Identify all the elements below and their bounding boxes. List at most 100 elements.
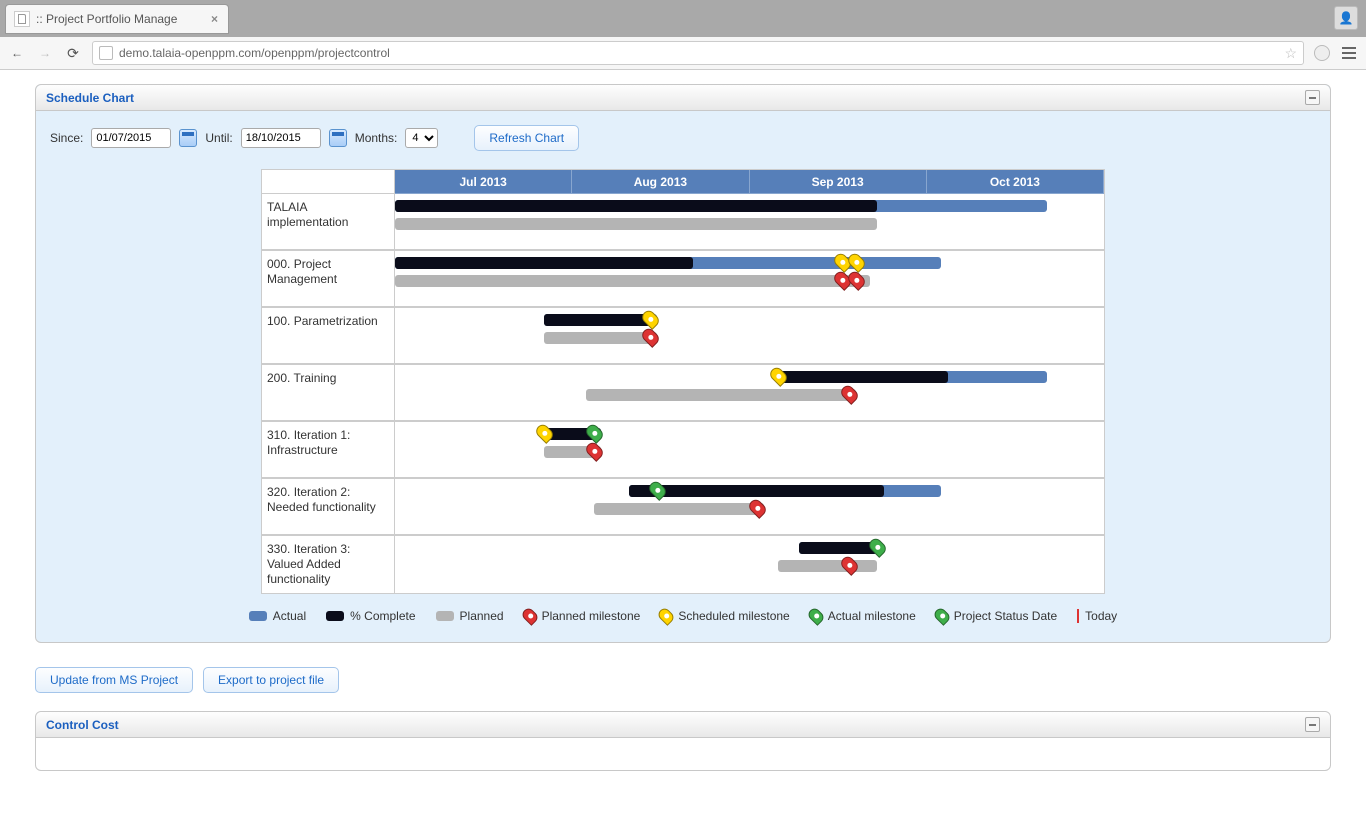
- month-header: Jul 2013: [395, 170, 572, 194]
- milestone-actual-icon: [647, 479, 669, 501]
- profile-icon[interactable]: 👤: [1334, 6, 1358, 30]
- legend-label: Actual milestone: [828, 609, 916, 623]
- page-favicon: [14, 11, 30, 27]
- month-header: Sep 2013: [750, 170, 927, 194]
- gantt-row: TALAIA implementation: [262, 194, 1104, 249]
- bar-planned: [778, 560, 877, 572]
- forward-button[interactable]: →: [36, 44, 54, 62]
- task-name: 100. Parametrization: [262, 308, 395, 363]
- tab-title: :: Project Portfolio Manage: [36, 12, 209, 26]
- milestone-planned-icon: [838, 383, 860, 405]
- bar-complete: [544, 314, 650, 326]
- milestone-scheduled-icon: [640, 308, 662, 330]
- legend-status-date-icon: [932, 606, 952, 626]
- gantt-row: 330. Iteration 3: Valued Added functiona…: [262, 534, 1104, 593]
- back-button[interactable]: ←: [8, 44, 26, 62]
- gantt-track: [395, 365, 1104, 420]
- legend-actual-swatch: [249, 611, 267, 621]
- bar-complete: [629, 485, 884, 497]
- export-project-file-button[interactable]: Export to project file: [203, 667, 339, 693]
- panel-title: Control Cost: [46, 718, 119, 732]
- browser-toolbar: ← → ⟳ demo.talaia-openppm.com/openppm/pr…: [0, 37, 1366, 70]
- milestone-scheduled-icon: [533, 422, 555, 444]
- task-name: 320. Iteration 2: Needed functionality: [262, 479, 395, 534]
- task-name: 000. Project Management: [262, 251, 395, 306]
- gantt-row: 200. Training: [262, 363, 1104, 420]
- page-icon: [99, 46, 113, 60]
- menu-icon[interactable]: [1340, 45, 1358, 61]
- until-label: Until:: [205, 131, 232, 145]
- until-input[interactable]: [241, 128, 321, 148]
- milestone-scheduled-icon: [845, 251, 867, 273]
- milestone-planned-icon: [746, 497, 768, 519]
- milestone-planned-icon: [838, 554, 860, 576]
- since-label: Since:: [50, 131, 83, 145]
- address-bar[interactable]: demo.talaia-openppm.com/openppm/projectc…: [92, 41, 1304, 65]
- months-select[interactable]: 4: [405, 128, 438, 148]
- gantt-track: [395, 194, 1104, 249]
- refresh-chart-button[interactable]: Refresh Chart: [474, 125, 579, 151]
- task-name: 200. Training: [262, 365, 395, 420]
- month-header: Aug 2013: [572, 170, 749, 194]
- legend-complete-swatch: [326, 611, 344, 621]
- legend-scheduled-ms-icon: [656, 606, 676, 626]
- legend-label: Planned: [460, 609, 504, 623]
- url-text: demo.talaia-openppm.com/openppm/projectc…: [119, 46, 1278, 60]
- legend-label: Project Status Date: [954, 609, 1057, 623]
- bar-planned: [544, 332, 657, 344]
- gantt-row: 320. Iteration 2: Needed functionality: [262, 477, 1104, 534]
- task-name: 310. Iteration 1: Infrastructure: [262, 422, 395, 477]
- panel-title: Schedule Chart: [46, 91, 134, 105]
- browser-tab[interactable]: :: Project Portfolio Manage ×: [6, 5, 228, 33]
- collapse-icon[interactable]: [1305, 717, 1320, 732]
- calendar-icon[interactable]: [179, 129, 197, 147]
- legend-label: Actual: [273, 609, 306, 623]
- gantt-chart: Jul 2013Aug 2013Sep 2013Oct 2013 TALAIA …: [261, 169, 1105, 594]
- milestone-actual-icon: [583, 422, 605, 444]
- milestone-planned-icon: [640, 326, 662, 348]
- action-bar: Update from MS Project Export to project…: [35, 667, 1331, 693]
- bar-planned: [395, 275, 870, 287]
- task-name: TALAIA implementation: [262, 194, 395, 249]
- filter-bar: Since: Until: Months: 4 Refresh Chart: [50, 125, 1316, 151]
- bar-planned: [594, 503, 764, 515]
- gantt-row: 310. Iteration 1: Infrastructure: [262, 420, 1104, 477]
- reload-button[interactable]: ⟳: [64, 44, 82, 62]
- months-label: Months:: [355, 131, 398, 145]
- since-input[interactable]: [91, 128, 171, 148]
- calendar-icon[interactable]: [329, 129, 347, 147]
- update-ms-project-button[interactable]: Update from MS Project: [35, 667, 193, 693]
- month-header: Oct 2013: [927, 170, 1104, 194]
- bar-complete: [778, 371, 948, 383]
- close-tab-icon[interactable]: ×: [209, 12, 220, 26]
- bar-complete: [395, 200, 877, 212]
- bar-planned: [395, 218, 877, 230]
- panel-header: Control Cost: [36, 712, 1330, 738]
- gantt-track: [395, 536, 1104, 593]
- bar-complete: [395, 257, 693, 269]
- panel-header: Schedule Chart: [36, 85, 1330, 111]
- legend-label: Planned milestone: [542, 609, 641, 623]
- gantt-track: [395, 422, 1104, 477]
- legend-planned-ms-icon: [520, 606, 540, 626]
- bookmark-icon[interactable]: ☆: [1284, 45, 1297, 62]
- milestone-actual-icon: [867, 536, 889, 558]
- legend-label: % Complete: [350, 609, 415, 623]
- legend-label: Scheduled milestone: [678, 609, 789, 623]
- collapse-icon[interactable]: [1305, 90, 1320, 105]
- legend: Actual % Complete Planned Planned milest…: [50, 608, 1316, 624]
- milestone-scheduled-icon: [767, 365, 789, 387]
- bar-complete: [799, 542, 877, 554]
- extension-icon[interactable]: [1314, 45, 1330, 61]
- schedule-chart-panel: Schedule Chart Since: Until: Months: 4 R…: [35, 84, 1331, 643]
- gantt-row: 000. Project Management: [262, 249, 1104, 306]
- legend-label: Today: [1085, 609, 1117, 623]
- gantt-track: [395, 308, 1104, 363]
- legend-today-icon: [1077, 609, 1079, 623]
- legend-planned-swatch: [436, 611, 454, 621]
- page-content: Schedule Chart Since: Until: Months: 4 R…: [0, 70, 1366, 825]
- milestone-planned-icon: [583, 440, 605, 462]
- gantt-track: [395, 479, 1104, 534]
- gantt-track: [395, 251, 1104, 306]
- milestone-planned-icon: [845, 269, 867, 291]
